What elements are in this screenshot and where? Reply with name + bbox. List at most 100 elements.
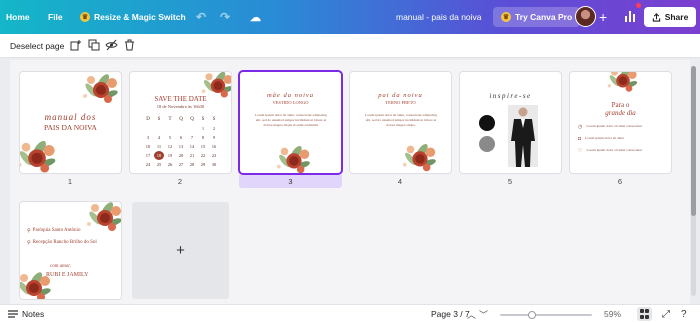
calendar-day: 7	[190, 135, 194, 140]
zoom-slider-knob[interactable]	[528, 311, 537, 319]
tip-text: Lorem ipsum dolor sit amet consectetur	[586, 124, 643, 128]
floral-decoration	[83, 72, 119, 103]
page-thumbnail-7[interactable]: ⚲ Paróquia Santo Antônio ⚲ Recepção Rancho…	[20, 202, 121, 299]
calendar-day: 1	[201, 126, 205, 131]
zoom-slider[interactable]	[500, 311, 592, 319]
floral-decoration	[276, 144, 311, 173]
share-label: Share	[664, 12, 689, 22]
floral-decoration	[402, 142, 437, 172]
deselect-page-button[interactable]: Deselect page	[10, 41, 64, 51]
document-title[interactable]: manual - pais da noiva	[396, 0, 482, 34]
suit-photo	[508, 105, 538, 167]
page-subtitle: TERNO PRETO	[385, 100, 416, 105]
page-indicator[interactable]: Page 3 / 7	[431, 309, 470, 319]
avatar[interactable]	[575, 6, 596, 27]
calendar-week: 17 18 19 20 21 22 23	[143, 151, 219, 160]
floral-decoration	[20, 270, 52, 299]
calendar-day	[143, 124, 153, 133]
bottom-bar: Notes Page 3 / 7 ︿ ﹀ 59% ⤢ ?	[0, 304, 700, 323]
page-thumbnail-2[interactable]: SAVE THE DATE 18 de Novembro às 16h30 D S…	[130, 72, 231, 173]
delete-page-icon[interactable]	[123, 39, 136, 52]
share-button[interactable]: Share	[644, 7, 696, 27]
calendar-day: 18	[154, 151, 164, 160]
hide-page-icon[interactable]	[105, 39, 118, 52]
page-thumbnail-1[interactable]: manual dos PAIS DA NOIVA	[20, 72, 121, 173]
calendar-week: 10 11 12 13 14 15 16	[143, 142, 219, 151]
calendar-day: 26	[167, 162, 173, 167]
chevron-up-icon[interactable]: ︿	[467, 308, 476, 321]
page-body-text: Lorem ipsum dolor sit amet, consectetur …	[255, 113, 327, 127]
calendar-day: 21	[189, 153, 195, 158]
share-icon	[652, 12, 660, 22]
page-thumbnail-4[interactable]: pai da noiva TERNO PRETO Lorem ipsum dol…	[350, 72, 451, 173]
pin-icon: ⚲	[27, 229, 31, 234]
closing-text: com amor,	[50, 264, 71, 269]
calendar-day: 24	[145, 162, 151, 167]
page-number: 5	[507, 177, 513, 186]
notification-dot	[636, 3, 641, 8]
location-line-church: ⚲ Paróquia Santo Antônio	[27, 228, 81, 234]
tips-list: ◷ Lorem ipsum dolor sit amet consectetur …	[578, 124, 666, 154]
grid-view-icon[interactable]	[637, 307, 652, 321]
calendar-day: Q	[179, 117, 183, 122]
page-title: manual dos	[44, 112, 97, 122]
page-title: pai da noiva	[378, 92, 423, 99]
try-pro-label: Try Canva Pro	[515, 12, 573, 22]
tip-text: Lorem ipsum dolor sit amet consectetur	[586, 148, 643, 152]
calendar-day: Q	[190, 117, 194, 122]
calendar-day: 8	[201, 135, 205, 140]
calendar-day: S	[212, 117, 216, 122]
calendar-day: S	[157, 117, 161, 122]
calendar-day: 25	[156, 162, 162, 167]
page-title: inspire-se	[489, 92, 532, 100]
floral-decoration	[607, 72, 638, 92]
undo-icon[interactable]: ↶	[196, 0, 206, 34]
redo-icon[interactable]: ↷	[220, 0, 230, 34]
cloud-save-icon[interactable]: ☁	[250, 0, 261, 34]
file-menu[interactable]: File	[48, 0, 63, 34]
calendar-day: 12	[167, 144, 173, 149]
calendar-day	[176, 124, 186, 133]
calendar-day: 16	[211, 144, 217, 149]
insights-icon[interactable]	[625, 11, 637, 22]
help-icon[interactable]: ?	[681, 309, 687, 320]
page-number: 6	[617, 177, 623, 186]
scrollbar-thumb[interactable]	[691, 66, 696, 216]
calendar: D S T Q Q S S 1 2 3 4 5 6 7 8 9 10 11 12 13 14 15 16 17 18 19 20 21…	[143, 115, 219, 169]
page-subtitle: 18 de Novembro às 16h30	[156, 104, 205, 109]
page-thumbnail-5[interactable]: inspire-se	[460, 72, 561, 173]
notes-button[interactable]: Notes	[8, 309, 44, 319]
home-button[interactable]: Home	[6, 0, 30, 34]
couple-names: RUBI E JAMILY	[46, 272, 89, 278]
calendar-day: 10	[145, 144, 151, 149]
heart-icon: ♡	[578, 148, 583, 154]
color-swatch-gray	[479, 136, 495, 152]
page-subtitle: grande dia	[605, 109, 636, 117]
add-collaborator-icon[interactable]: +	[599, 0, 607, 34]
chevron-down-icon[interactable]: ﹀	[479, 308, 488, 321]
calendar-week: 3 4 5 6 7 8 9	[143, 133, 219, 142]
calendar-weekdays: DSTQQSS	[143, 115, 219, 124]
try-canva-pro-button[interactable]: ♛ Try Canva Pro	[493, 7, 581, 27]
calendar-day	[154, 124, 164, 133]
calendar-day: 19	[167, 153, 173, 158]
calendar-day: 28	[189, 162, 195, 167]
page-thumbnail-3[interactable]: mãe da noiva VESTIDO LONGO Lorem ipsum d…	[240, 72, 341, 173]
calendar-day: 17	[145, 153, 151, 158]
page-body-text: Lorem ipsum dolor sit amet, consectetur …	[365, 113, 437, 127]
calendar-day: 27	[178, 162, 184, 167]
zoom-level[interactable]: 59%	[604, 309, 621, 319]
crown-icon: ♛	[501, 12, 511, 22]
page-thumbnail-6[interactable]: Para o grande dia ◷ Lorem ipsum dolor sit…	[570, 72, 671, 173]
resize-magic-switch-button[interactable]: ♛ Resize & Magic Switch	[80, 0, 186, 34]
page-number: 4	[397, 177, 403, 186]
calendar-day: 23	[211, 153, 217, 158]
vertical-scrollbar[interactable]	[691, 66, 696, 296]
duplicate-page-icon[interactable]	[87, 39, 100, 52]
add-page-button[interactable]: +	[132, 202, 229, 299]
calendar-day: 30	[211, 162, 217, 167]
add-page-icon[interactable]	[69, 39, 82, 52]
calendar-day: 15	[200, 144, 206, 149]
fullscreen-icon[interactable]: ⤢	[662, 309, 670, 320]
calendar-day: 14	[189, 144, 195, 149]
